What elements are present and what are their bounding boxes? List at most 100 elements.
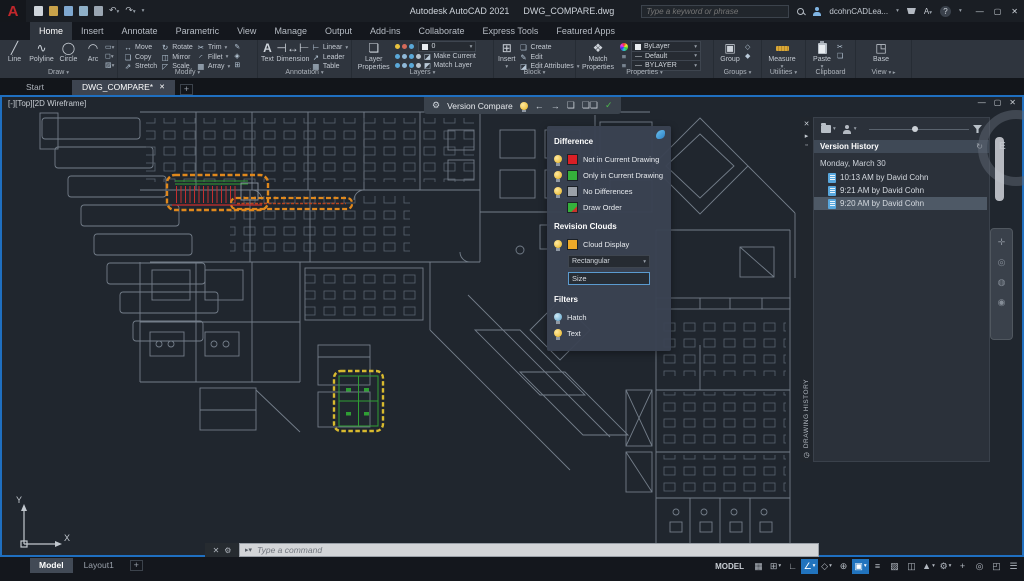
leader-button[interactable]: ↗Leader xyxy=(312,53,348,63)
circle-button[interactable]: ◯Circle xyxy=(56,40,81,69)
customization-menu-icon[interactable]: ☰ xyxy=(1005,559,1022,574)
layer-dropdown[interactable]: 0▾ xyxy=(418,41,476,52)
snap-toggle-icon[interactable]: ⊞▾ xyxy=(767,559,784,574)
ribbon-tab-view[interactable]: View xyxy=(228,22,265,40)
layer-properties-button[interactable]: ❏Layer Properties xyxy=(355,40,392,71)
explode-icon[interactable]: ◈ xyxy=(234,52,240,60)
save-icon[interactable] xyxy=(64,6,73,16)
doc-close-icon[interactable]: ✕ xyxy=(1009,98,1016,107)
copy-button[interactable]: ❏Copy xyxy=(124,53,157,63)
new-layout-button[interactable]: + xyxy=(130,560,143,571)
command-prompt-text[interactable]: Type a command xyxy=(257,545,322,555)
selection-cycling-icon[interactable]: ◫ xyxy=(903,559,920,574)
group-button[interactable]: ▣Group xyxy=(717,40,743,64)
zoom-icon[interactable]: ◎ xyxy=(998,257,1006,268)
compare-settings-gear-icon[interactable]: ⚙ xyxy=(432,100,440,111)
app-store-icon[interactable] xyxy=(907,8,916,14)
transparency-icon[interactable]: ▨ xyxy=(886,559,903,574)
next-difference-icon[interactable]: → xyxy=(551,101,560,111)
cloud-size-input[interactable] xyxy=(568,272,650,285)
filter-hatch-row[interactable]: Hatch xyxy=(554,309,664,325)
date-range-slider-handle[interactable] xyxy=(912,126,918,132)
create-block-button[interactable]: ❏Create xyxy=(520,43,580,53)
compare-toggle-bulb-icon[interactable] xyxy=(520,102,528,110)
plot-icon[interactable] xyxy=(94,6,103,16)
erase-icon[interactable]: ✎ xyxy=(234,43,240,51)
make-current-button[interactable]: ◪Make Current xyxy=(395,52,490,62)
ribbon-tab-featured-apps[interactable]: Featured Apps xyxy=(547,22,624,40)
text-filter-bulb-icon[interactable] xyxy=(554,329,562,337)
date-range-slider-track[interactable] xyxy=(869,129,969,130)
filter-text-row[interactable]: Text xyxy=(554,325,664,341)
clean-screen-icon[interactable]: ◰ xyxy=(988,559,1005,574)
ribbon-tab-collaborate[interactable]: Collaborate xyxy=(410,22,474,40)
dimension-button[interactable]: ⊣↔⊢Dimension xyxy=(277,40,309,72)
layout1-tab[interactable]: Layout1 xyxy=(75,558,123,573)
ribbon-tab-insert[interactable]: Insert xyxy=(72,22,113,40)
history-entry-selected[interactable]: 9:20 AM by David Cohn xyxy=(814,197,987,210)
bulb-icon[interactable] xyxy=(554,155,562,163)
panel-label-layers[interactable]: Layers ▾ xyxy=(352,68,493,78)
lineweight-display-icon[interactable]: ≡ xyxy=(869,559,886,574)
object-snap-tracking-icon[interactable]: ⊕ xyxy=(835,559,852,574)
layer-lock-icon[interactable] xyxy=(409,44,414,49)
base-button[interactable]: ◳Base xyxy=(856,40,906,64)
model-space-badge[interactable]: MODEL xyxy=(709,562,750,571)
navigation-bar[interactable]: ✛ ◎ ◍ ◉ xyxy=(990,228,1013,340)
redo-icon[interactable]: ↷▾ xyxy=(125,5,135,17)
diff-not-in-current-row[interactable]: Not in Current Drawing xyxy=(554,151,664,167)
hatch-filter-bulb-icon[interactable] xyxy=(554,313,562,321)
open-file-icon[interactable] xyxy=(49,6,58,16)
draw-order-swatch[interactable] xyxy=(567,202,578,213)
ribbon-tab-addins[interactable]: Add-ins xyxy=(361,22,410,40)
diff-draw-order-row[interactable]: Draw Order xyxy=(554,199,664,215)
panel-label-block[interactable]: Block ▾ xyxy=(494,68,575,78)
ortho-toggle-icon[interactable]: ∟ xyxy=(784,559,801,574)
annotation-monitor-plus-icon[interactable]: + xyxy=(954,559,971,574)
viewport-controls[interactable]: [-][Top][2D Wireframe] xyxy=(8,99,86,108)
undo-icon[interactable]: ↶▾ xyxy=(109,5,119,17)
measure-button[interactable]: Measure▾ xyxy=(762,40,802,71)
ribbon-tab-annotate[interactable]: Annotate xyxy=(113,22,167,40)
pan-icon[interactable]: ✛ xyxy=(998,237,1006,248)
fillet-button[interactable]: ◜Fillet▾ xyxy=(197,53,231,63)
layer-freeze-icon[interactable] xyxy=(402,44,407,49)
command-line-grip[interactable]: ✕ ⚙ xyxy=(205,543,239,557)
history-entry[interactable]: 9:21 AM by David Cohn xyxy=(814,184,987,197)
cloud-color-swatch[interactable] xyxy=(567,239,578,250)
panel-label-properties[interactable]: Properties ▾ xyxy=(576,68,713,78)
line-button[interactable]: ╱Line xyxy=(2,40,27,69)
revision-cloud-bottom[interactable] xyxy=(334,371,383,431)
annotation-scale-icon[interactable]: ▲▾ xyxy=(920,559,937,574)
new-file-icon[interactable] xyxy=(34,6,43,16)
group-edit-icon[interactable]: ◆ xyxy=(745,52,750,60)
history-source-dropdown[interactable]: ▾ xyxy=(821,125,836,133)
file-tab-start[interactable]: Start xyxy=(16,80,54,95)
ribbon-tab-home[interactable]: Home xyxy=(30,22,72,40)
isometric-drafting-icon[interactable]: ◇▾ xyxy=(818,559,835,574)
ungroup-icon[interactable]: ◇ xyxy=(745,43,750,51)
file-tab-close-icon[interactable]: ✕ xyxy=(159,80,165,95)
linear-button[interactable]: ⊢Linear▾ xyxy=(312,43,348,53)
diff-only-in-current-row[interactable]: Only in Current Drawing xyxy=(554,167,664,183)
object-snap-icon[interactable]: ▣▾ xyxy=(852,559,869,574)
ribbon-tab-manage[interactable]: Manage xyxy=(265,22,316,40)
arc-button[interactable]: ◠Arc xyxy=(82,40,104,69)
command-close-icon[interactable]: ✕ xyxy=(213,546,220,555)
palette-autohide-icon[interactable]: ▸ xyxy=(805,132,809,140)
palette-properties-icon[interactable]: ▫ xyxy=(805,142,807,149)
match-properties-button[interactable]: ❖Match Properties xyxy=(580,40,616,71)
ellipse-icon[interactable]: ◻▾ xyxy=(105,52,114,60)
panel-label-groups[interactable]: Groups ▾ xyxy=(714,68,761,78)
ribbon-tab-output[interactable]: Output xyxy=(316,22,361,40)
text-button[interactable]: AText xyxy=(261,40,274,72)
recent-commands-icon[interactable]: ▸▾ xyxy=(245,546,252,554)
signed-in-user[interactable]: dcohnCADLea... xyxy=(829,7,888,16)
paste-button[interactable]: Paste▾ xyxy=(810,40,834,71)
steering-wheel-icon[interactable]: ◉ xyxy=(998,297,1006,308)
edit-block-button[interactable]: ✎Edit xyxy=(520,53,580,63)
layer-on-icon[interactable] xyxy=(395,44,400,49)
gray-swatch[interactable] xyxy=(567,186,578,197)
doc-minimize-icon[interactable]: — xyxy=(978,98,986,107)
polar-tracking-icon[interactable]: ∠▾ xyxy=(801,559,818,574)
